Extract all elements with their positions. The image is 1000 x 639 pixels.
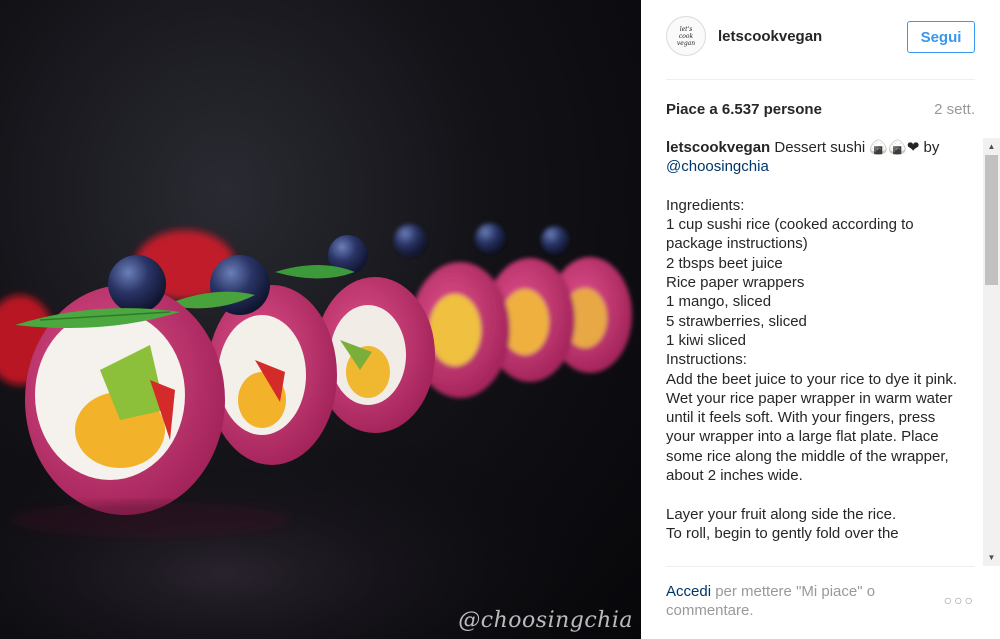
post-stats: Piace a 6.537 persone 2 sett. [666, 101, 975, 121]
avatar-text-line-1: let's [679, 25, 693, 33]
triangle-down-icon[interactable]: ▼ [983, 549, 1000, 566]
header-divider [666, 79, 975, 80]
footer-divider [666, 566, 975, 567]
caption-title: Dessert sushi 🍙🍙❤ by [770, 139, 944, 156]
caption: letscookvegan Dessert sushi 🍙🍙❤ by @choo… [666, 138, 966, 543]
vertical-scrollbar[interactable]: ▲ ▼ [983, 138, 1000, 566]
post-side-panel: let's cook vegan letscookvegan Segui Pia… [641, 0, 1000, 639]
ellipsis-icon[interactable]: ○○○ [944, 591, 975, 610]
avatar-text-line-3: vegan [676, 39, 696, 47]
username-link[interactable]: letscookvegan [718, 28, 822, 45]
login-link[interactable]: Accedi [666, 583, 711, 600]
likes-count[interactable]: Piace a 6.537 persone [666, 101, 822, 118]
avatar[interactable]: let's cook vegan [666, 16, 706, 56]
caption-body: Ingredients: 1 cup sushi rice (cooked ac… [666, 196, 957, 542]
post-photo[interactable]: @choosingchia [0, 0, 641, 639]
post-footer: Accedi per mettere "Mi piace" o commenta… [666, 582, 975, 626]
triangle-up-icon[interactable]: ▲ [983, 138, 1000, 155]
avatar-text-line-2: cook [678, 32, 694, 40]
sushi-photo-illustration [0, 223, 641, 639]
follow-button[interactable]: Segui [907, 21, 975, 53]
photo-watermark: @choosingchia [458, 608, 633, 633]
caption-mention[interactable]: @choosingchia [666, 158, 769, 175]
caption-scroll-area[interactable]: letscookvegan Dessert sushi 🍙🍙❤ by @choo… [666, 138, 1000, 566]
post-time[interactable]: 2 sett. [934, 101, 975, 118]
login-prompt: Accedi per mettere "Mi piace" o commenta… [666, 582, 926, 620]
scrollbar-thumb[interactable] [985, 155, 998, 285]
post-header: let's cook vegan letscookvegan Segui [666, 16, 975, 58]
caption-username[interactable]: letscookvegan [666, 139, 770, 156]
